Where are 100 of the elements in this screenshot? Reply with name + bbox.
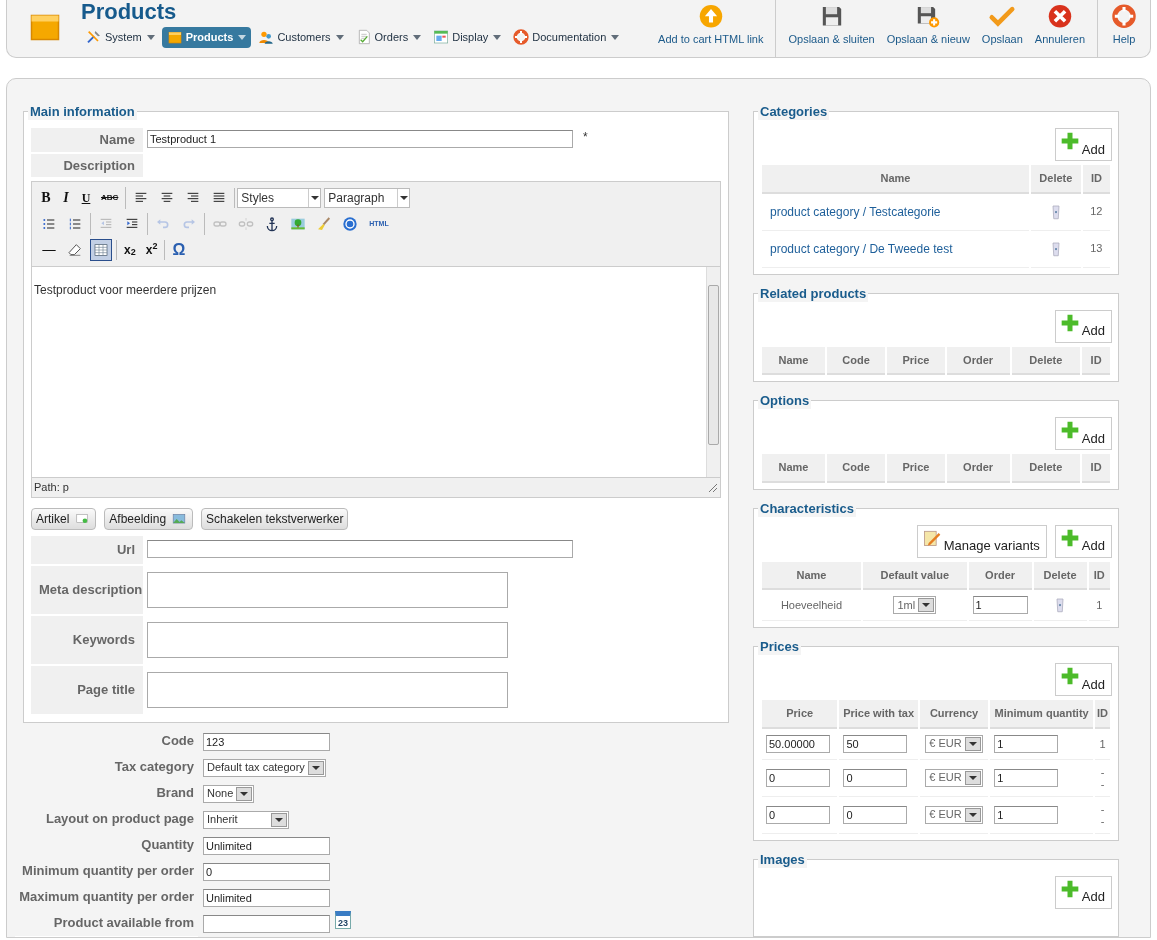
text-area[interactable]: [147, 621, 508, 658]
toolbar-button[interactable]: Help: [1104, 0, 1144, 57]
dropdown[interactable]: Inherit: [203, 810, 289, 829]
column-header: ID: [1095, 700, 1110, 729]
text-field[interactable]: Unlimited: [203, 836, 330, 855]
add-button[interactable]: Add: [1054, 524, 1112, 558]
toolbar-button[interactable]: Add to cart HTML link: [652, 0, 770, 57]
text-field[interactable]: 0: [843, 768, 908, 787]
category-link[interactable]: product category / Testcategorie: [770, 204, 941, 219]
add-button[interactable]: Add: [1054, 417, 1112, 450]
plus-icon: [1059, 420, 1080, 440]
table-cell: 13: [1090, 242, 1103, 255]
manage-variants-button[interactable]: Manage variants: [916, 524, 1047, 558]
toolbar-button[interactable]: Opslaan & nieuw: [880, 0, 976, 57]
dropdown[interactable]: Default tax category: [203, 758, 326, 777]
column-header: Name: [762, 454, 825, 483]
table-cell: Hoeveelheid: [780, 598, 843, 611]
section-title: Options: [758, 393, 812, 409]
text-field[interactable]: 0: [766, 805, 830, 824]
menu-item[interactable]: Customers: [253, 27, 349, 48]
text-field[interactable]: Testproduct 1: [147, 130, 573, 148]
script-tool[interactable]: x$^{2}$: [142, 240, 161, 260]
column-header: Price: [887, 346, 945, 375]
text-field[interactable]: [147, 540, 573, 558]
dropdown[interactable]: None: [203, 784, 255, 803]
table-cell: 12: [1090, 205, 1103, 218]
text-field[interactable]: Unlimited: [203, 888, 330, 907]
lifebuoy-icon: [513, 29, 530, 46]
dropdown[interactable]: Paragraph: [324, 188, 411, 208]
lifebuoy-icon: [1110, 4, 1138, 29]
editor-text: Testproduct voor meerdere prijzen: [33, 282, 218, 299]
text-field[interactable]: [203, 914, 330, 933]
table-cell: 1: [1099, 737, 1106, 750]
italic-tool[interactable]: I: [58, 188, 74, 208]
plus-icon: [1059, 878, 1080, 899]
dropdown[interactable]: € EUR: [925, 768, 983, 787]
column-header: Default value: [862, 561, 967, 590]
text-field[interactable]: 0: [766, 768, 830, 787]
table-cell: - -: [1100, 802, 1105, 827]
column-header: ID: [1088, 561, 1110, 590]
text-field[interactable]: 123: [203, 732, 330, 751]
add-button[interactable]: Add: [1054, 663, 1112, 697]
underline-tool[interactable]: U: [78, 188, 94, 208]
add-button[interactable]: Add: [1054, 875, 1112, 909]
text-field[interactable]: 1: [994, 768, 1059, 787]
column-header: Name: [762, 165, 1029, 194]
script-tool[interactable]: x$_{2}$: [121, 240, 139, 260]
add-button[interactable]: Add: [1054, 309, 1112, 343]
text-field[interactable]: 1: [972, 596, 1028, 615]
dropdown[interactable]: 1ml: [893, 596, 937, 615]
page-title: Products: [81, 0, 178, 24]
toolbar-button[interactable]: Annuleren: [1028, 0, 1091, 57]
horizontal-rule-icon: [41, 248, 57, 252]
column-header: Delete: [1011, 346, 1081, 375]
column-header: Order: [946, 346, 1010, 375]
strikethrough-tool[interactable]: ABC: [98, 188, 122, 208]
column-header: Code: [826, 346, 886, 375]
brush-icon: [316, 216, 332, 232]
column-header: Delete: [1011, 454, 1081, 483]
add-button[interactable]: Add: [1054, 128, 1112, 161]
dropdown[interactable]: Styles: [237, 188, 322, 208]
table-cell: - -: [1100, 765, 1105, 790]
dropdown[interactable]: € EUR: [925, 805, 983, 824]
toolbar-button[interactable]: Opslaan & sluiten: [782, 0, 881, 57]
toolbar-button[interactable]: Opslaan: [975, 0, 1029, 57]
text-field[interactable]: 0: [843, 805, 908, 824]
required-mark: *: [583, 129, 588, 146]
menu-item[interactable]: Display: [428, 27, 507, 48]
menu-item[interactable]: Documentation: [508, 27, 625, 48]
dropdown[interactable]: € EUR: [925, 734, 983, 753]
check-icon: [988, 4, 1017, 29]
plus-icon: [1059, 527, 1080, 548]
numbered-list-icon: [67, 216, 83, 232]
field-label: Description: [31, 153, 143, 177]
symbol-tool[interactable]: Ω: [169, 240, 189, 260]
editor-button[interactable]: Afbeelding: [104, 508, 194, 530]
column-header: ID: [1082, 346, 1110, 375]
calendar-button[interactable]: 23: [335, 910, 351, 929]
menu-item[interactable]: System: [81, 27, 160, 48]
field-label: Keywords: [31, 615, 143, 664]
menu-item[interactable]: Orders: [350, 27, 427, 48]
text-field[interactable]: 0: [203, 862, 330, 881]
text-area[interactable]: [147, 571, 508, 608]
text-field[interactable]: 50: [843, 734, 908, 753]
table-button[interactable]: [90, 239, 112, 261]
plus-icon: [1059, 312, 1080, 333]
text-area[interactable]: [147, 671, 508, 708]
scrollbar[interactable]: [706, 267, 720, 477]
bold-tool[interactable]: B: [38, 188, 54, 208]
menu-item[interactable]: Products: [161, 27, 252, 48]
column-header: Order: [968, 561, 1032, 590]
field-label: Page title: [31, 665, 143, 714]
text-field[interactable]: 50.00000: [766, 734, 830, 753]
field-label: Name: [31, 128, 143, 152]
text-field[interactable]: 1: [994, 805, 1059, 824]
editor-button[interactable]: Schakelen tekstverwerker: [201, 508, 349, 530]
editor-button[interactable]: Artikel: [31, 508, 97, 530]
column-header: Order: [946, 454, 1010, 483]
category-link[interactable]: product category / De Tweede test: [770, 241, 953, 256]
text-field[interactable]: 1: [994, 734, 1059, 753]
